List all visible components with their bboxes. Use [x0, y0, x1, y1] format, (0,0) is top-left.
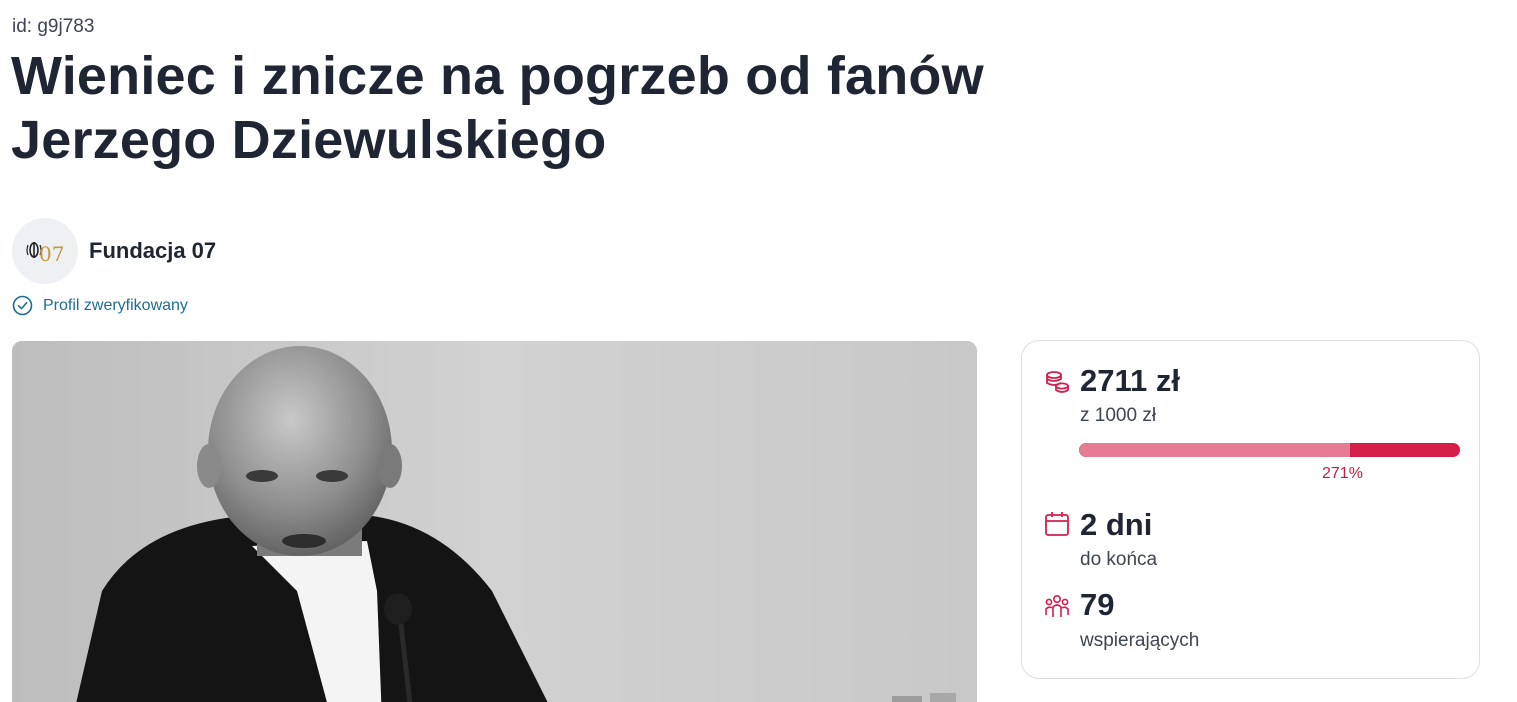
progress-bar	[1079, 443, 1460, 457]
supporters-count: 79	[1080, 587, 1115, 622]
check-circle-icon	[12, 295, 33, 316]
verified-badge: Profil zweryfikowany	[12, 295, 188, 316]
organizer-avatar[interactable]: 07	[12, 218, 78, 284]
page-title: Wieniec i znicze na pogrzeb od fanów Jer…	[11, 46, 984, 170]
photo-image	[12, 341, 977, 702]
verified-label: Profil zweryfikowany	[43, 296, 188, 314]
raised-amount: 2711 zł	[1080, 363, 1180, 398]
days-left: 2 dni	[1080, 507, 1153, 542]
campaign-photo	[12, 341, 977, 702]
people-icon	[1045, 594, 1069, 617]
coins-icon	[1046, 371, 1069, 393]
stats-card: 2711 zł z 1000 zł 271% 2 dni do końca 79…	[1021, 340, 1480, 679]
logo-text: 07	[39, 242, 64, 266]
progress-fill	[1079, 443, 1350, 457]
calendar-icon	[1045, 512, 1069, 536]
campaign-id: id: g9j783	[12, 16, 95, 37]
days-left-label: do końca	[1080, 549, 1158, 570]
goal-amount: z 1000 zł	[1080, 405, 1157, 426]
fundacja-logo-icon: 07	[26, 242, 64, 266]
organizer-name[interactable]: Fundacja 07	[89, 238, 216, 264]
campaign-page: id: g9j783 Wieniec i znicze na pogrzeb o…	[0, 0, 1517, 702]
organizer[interactable]: 07 Fundacja 07	[12, 218, 216, 284]
progress-percent: 271%	[1322, 465, 1363, 482]
supporters-label: wspierających	[1080, 630, 1200, 651]
